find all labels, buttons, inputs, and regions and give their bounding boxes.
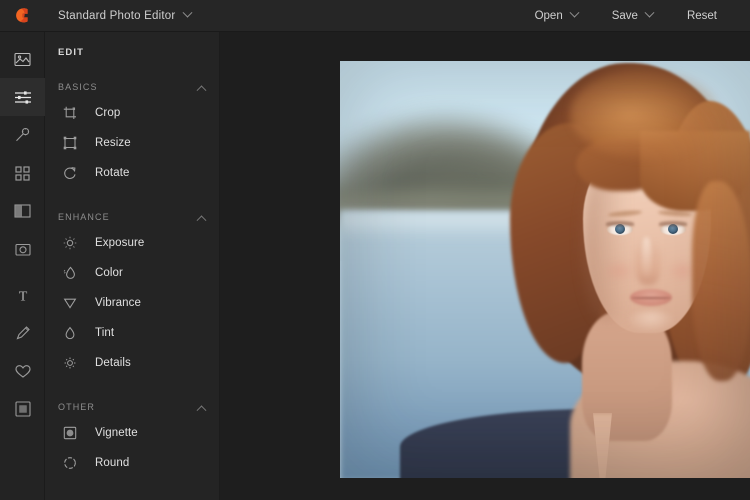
resize-icon [63,135,83,151]
app-logo-icon [14,7,31,24]
chevron-down-icon [182,7,193,18]
photo-vignette [340,61,750,478]
text-icon: T [16,288,30,303]
vignette-icon [63,425,83,441]
chevron-up-icon [196,84,207,95]
section-header-enhance[interactable]: ENHANCE [45,206,219,228]
save-button[interactable]: Save [595,0,670,32]
menu-item-crop[interactable]: Crop [45,98,219,128]
heart-icon [14,364,31,379]
menu-label-vignette: Vignette [95,427,138,439]
top-bar: Standard Photo Editor Open Save Reset [0,0,750,32]
image-icon [14,52,31,67]
color-droplet-icon [63,265,83,281]
edit-panel: EDIT BASICS Crop Resize Rotate ENHANCE E… [45,32,220,500]
round-corners-icon [63,455,83,471]
rail-item-touch-up[interactable] [0,116,45,154]
section-label-other: OTHER [58,402,95,412]
menu-item-vibrance[interactable]: Vibrance [45,288,219,318]
rail-item-favorites[interactable] [0,352,45,390]
chevron-up-icon [196,404,207,415]
menu-label-round: Round [95,457,130,469]
menu-label-vibrance: Vibrance [95,297,141,309]
tool-rail: T [0,32,45,500]
chevron-down-icon [644,7,655,18]
chevron-up-icon [196,214,207,225]
grid-icon [15,165,30,181]
app-logo[interactable] [0,0,45,32]
section-header-other[interactable]: OTHER [45,396,219,418]
menu-label-crop: Crop [95,107,121,119]
crop-icon [63,105,83,121]
section-label-enhance: ENHANCE [58,212,110,222]
app-title-dropdown[interactable]: Standard Photo Editor [58,7,193,22]
menu-label-exposure: Exposure [95,237,145,249]
sliders-icon [14,90,32,105]
sun-icon [63,235,83,251]
rail-item-adjust[interactable] [0,78,45,116]
menu-item-color[interactable]: Color [45,258,219,288]
brush-icon [15,325,31,341]
camera-icon [14,242,31,257]
open-button[interactable]: Open [518,0,595,32]
menu-label-details: Details [95,357,131,369]
details-sparkle-icon [63,355,83,371]
section-header-basics[interactable]: BASICS [45,76,219,98]
menu-item-exposure[interactable]: Exposure [45,228,219,258]
chevron-down-icon [569,7,580,18]
menu-item-details[interactable]: Details [45,348,219,378]
photo-editor-app: Standard Photo Editor Open Save Reset T … [0,0,750,500]
save-label: Save [611,9,638,22]
compare-split-icon [14,204,31,218]
menu-item-resize[interactable]: Resize [45,128,219,158]
reset-button[interactable]: Reset [670,0,734,32]
rotate-icon [63,165,83,181]
rail-item-text[interactable]: T [0,276,45,314]
menu-label-resize: Resize [95,137,131,149]
menu-item-vignette[interactable]: Vignette [45,418,219,448]
tint-droplet-icon [63,325,83,341]
rail-item-camera[interactable] [0,230,45,268]
photo-canvas[interactable] [340,61,750,478]
panel-title: EDIT [58,47,85,58]
vibrance-triangle-icon [63,295,83,311]
menu-label-rotate: Rotate [95,167,130,179]
app-title-label: Standard Photo Editor [58,9,176,22]
menu-item-rotate[interactable]: Rotate [45,158,219,188]
menu-item-tint[interactable]: Tint [45,318,219,348]
svg-text:T: T [18,289,27,303]
menu-item-round[interactable]: Round [45,448,219,478]
magic-wand-icon [14,127,31,144]
frame-icon [14,401,31,417]
top-bar-actions: Open Save Reset [518,0,750,32]
section-label-basics: BASICS [58,82,98,92]
menu-label-tint: Tint [95,327,115,339]
rail-item-brush[interactable] [0,314,45,352]
rail-item-effects[interactable] [0,154,45,192]
reset-label: Reset [686,9,717,22]
open-label: Open [534,9,563,22]
rail-item-image[interactable] [0,40,45,78]
rail-item-frames[interactable] [0,390,45,428]
rail-item-compare[interactable] [0,192,45,230]
canvas-area[interactable] [220,32,750,500]
menu-label-color: Color [95,267,123,279]
